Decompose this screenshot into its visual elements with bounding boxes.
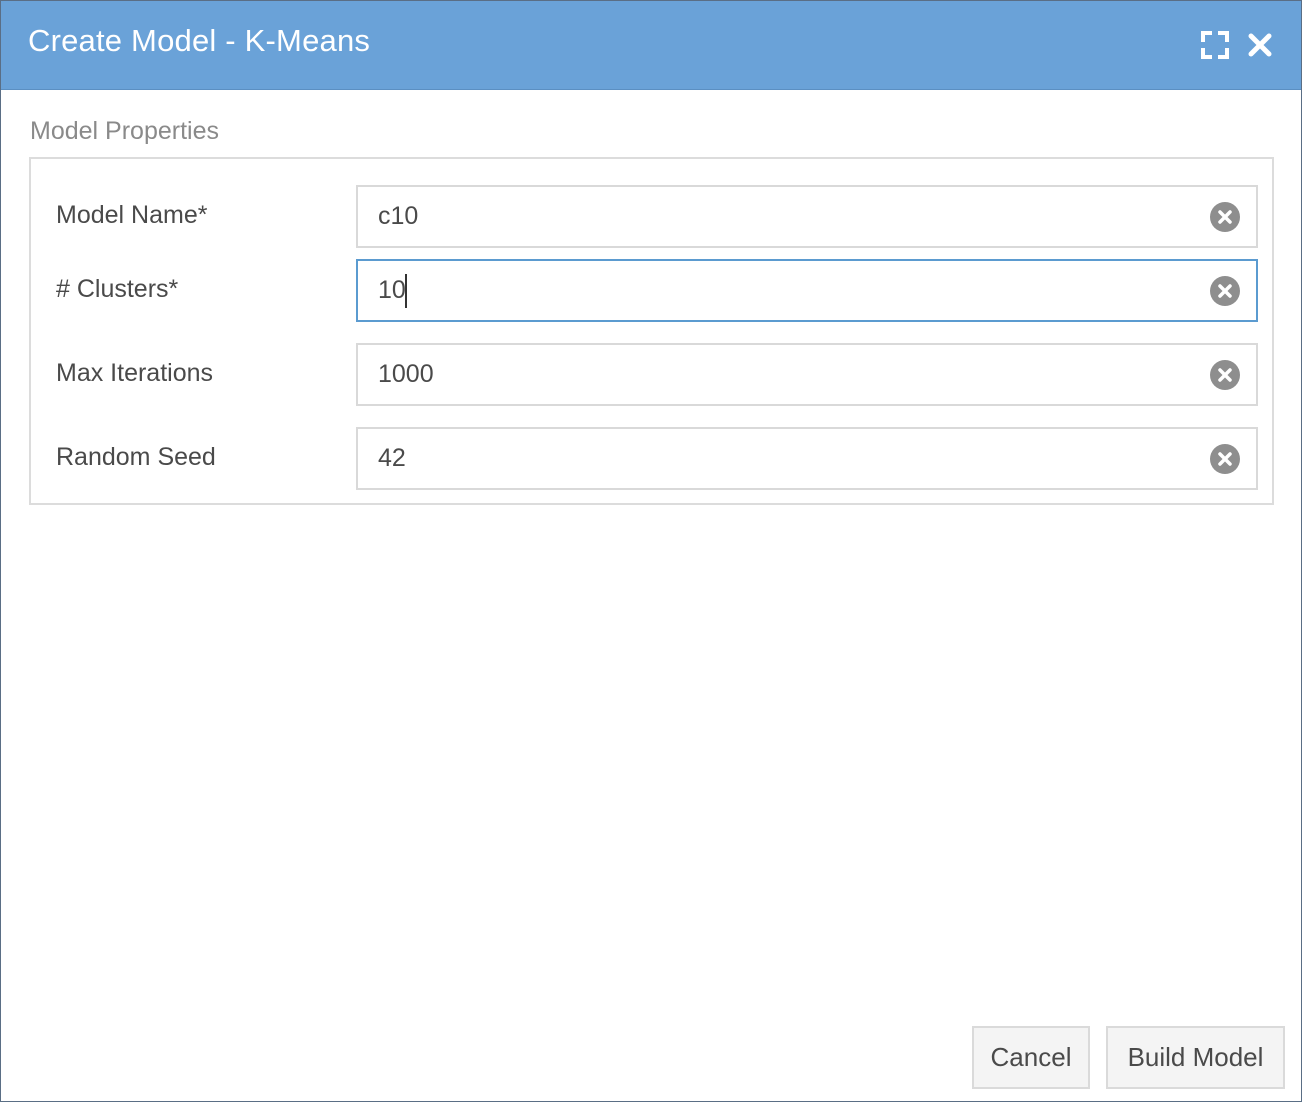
- dialog-titlebar[interactable]: Create Model - K-Means: [1, 1, 1301, 90]
- maximize-icon: [1201, 31, 1229, 59]
- random-seed-input[interactable]: [378, 429, 1178, 488]
- clear-model-name-button[interactable]: [1209, 201, 1241, 233]
- clear-icon: [1210, 444, 1240, 474]
- random-seed-label: Random Seed: [56, 443, 216, 471]
- max-iterations-field[interactable]: [356, 343, 1258, 406]
- model-name-input[interactable]: [378, 187, 1178, 246]
- model-name-field[interactable]: [356, 185, 1258, 248]
- clear-random-seed-button[interactable]: [1209, 443, 1241, 475]
- section-title: Model Properties: [30, 117, 219, 145]
- clear-icon: [1210, 360, 1240, 390]
- clear-icon: [1210, 276, 1240, 306]
- clusters-label: # Clusters*: [56, 275, 179, 303]
- random-seed-field[interactable]: [356, 427, 1258, 490]
- max-iterations-label: Max Iterations: [56, 359, 214, 387]
- clear-max-iterations-button[interactable]: [1209, 359, 1241, 391]
- cancel-button[interactable]: Cancel: [972, 1026, 1090, 1089]
- create-model-dialog: Create Model - K-Means Model Properties: [0, 0, 1302, 1102]
- clusters-input[interactable]: [378, 261, 1178, 320]
- dialog-title: Create Model - K-Means: [28, 23, 371, 58]
- clear-clusters-button[interactable]: [1209, 275, 1241, 307]
- text-cursor: [405, 274, 407, 308]
- model-name-label: Model Name*: [56, 201, 208, 229]
- max-iterations-input[interactable]: [378, 345, 1178, 404]
- clear-icon: [1210, 202, 1240, 232]
- close-button[interactable]: [1243, 28, 1277, 62]
- build-model-button[interactable]: Build Model: [1106, 1026, 1285, 1089]
- clusters-field[interactable]: [356, 259, 1258, 322]
- maximize-button[interactable]: [1198, 28, 1232, 62]
- close-icon: [1248, 33, 1272, 57]
